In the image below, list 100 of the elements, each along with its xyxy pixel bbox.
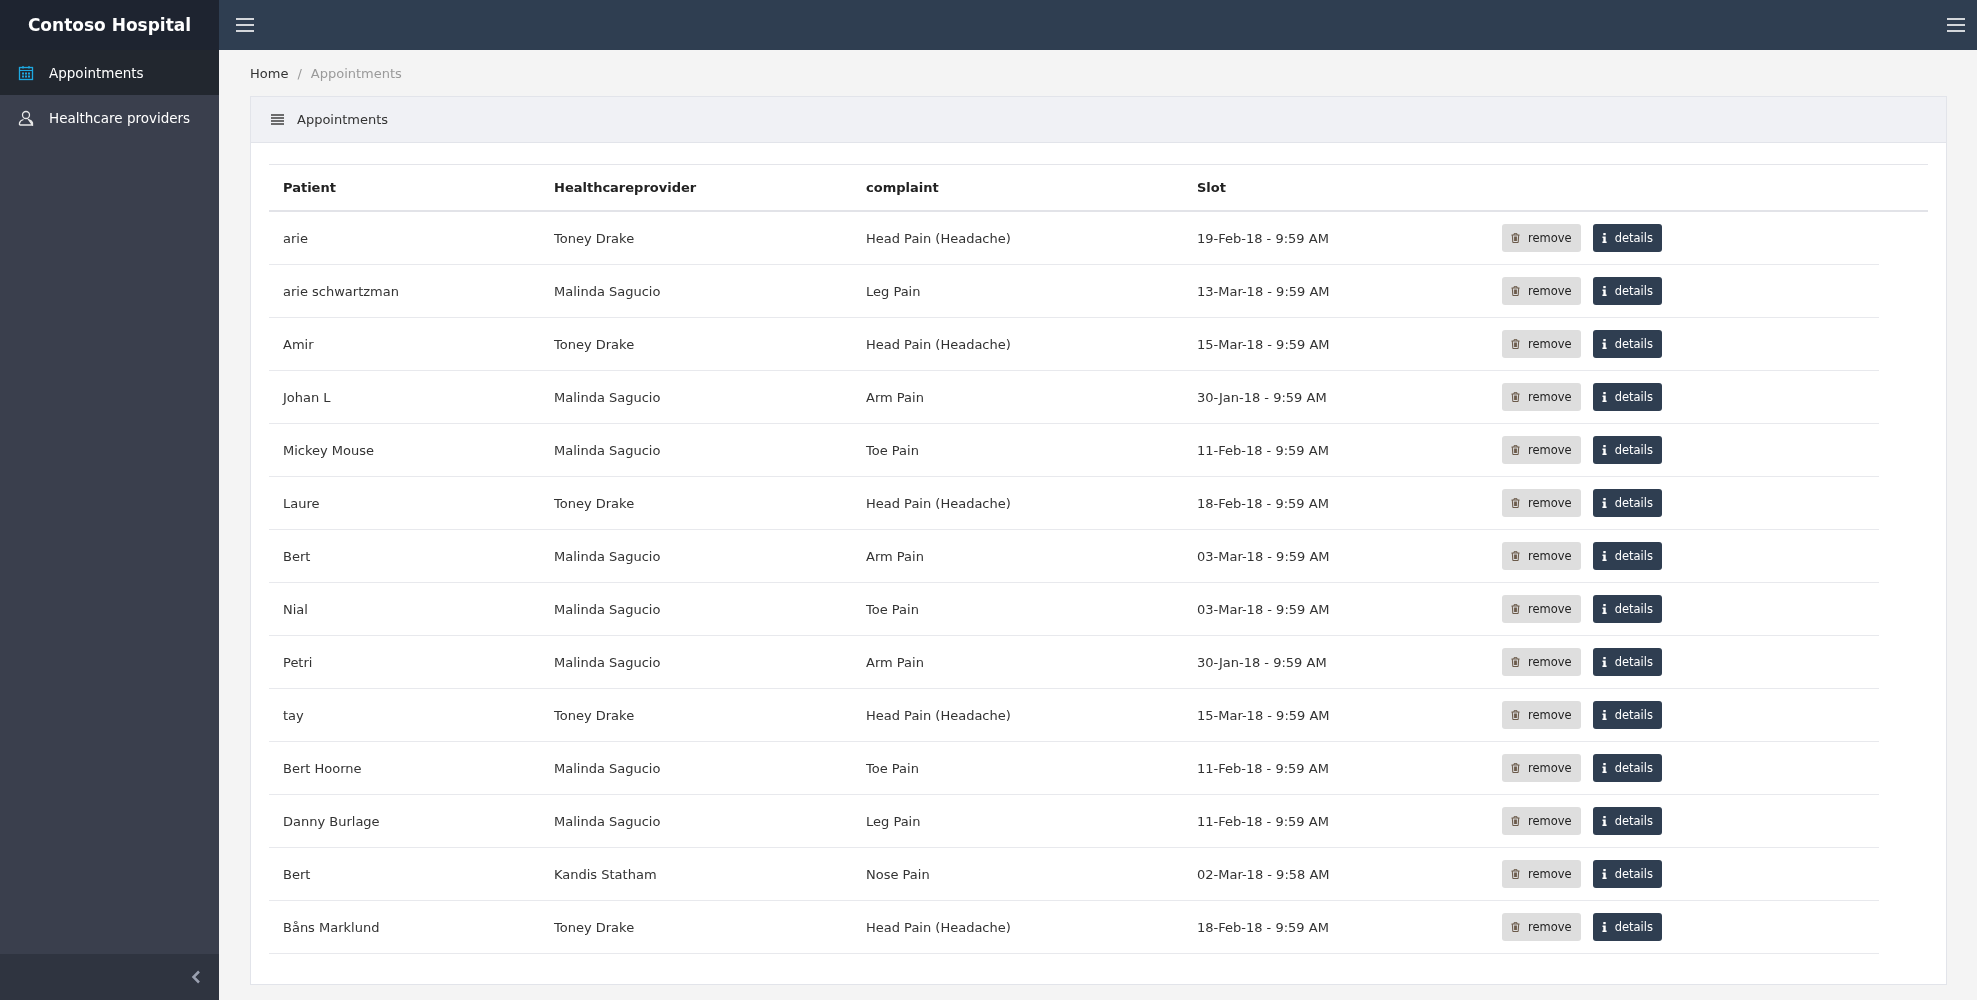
details-button[interactable]: details	[1592, 436, 1662, 464]
details-button[interactable]: details	[1592, 807, 1662, 835]
details-button[interactable]: details	[1592, 489, 1662, 517]
table-cell: 13-Mar-18 - 9:59 AM	[1197, 283, 1330, 299]
remove-button[interactable]: remove	[1502, 330, 1581, 358]
trash-icon	[1511, 286, 1520, 296]
table-cell: Båns Marklund	[283, 919, 380, 935]
details-button[interactable]: details	[1592, 330, 1662, 358]
table-cell: Toe Pain	[866, 601, 919, 617]
table-cell: Petri	[283, 654, 313, 670]
table-cell: Johan L	[283, 389, 331, 405]
table-cell: Toney Drake	[554, 230, 635, 246]
remove-button[interactable]: remove	[1502, 277, 1581, 305]
details-button[interactable]: details	[1592, 595, 1662, 623]
table-cell: 11-Feb-18 - 9:59 AM	[1197, 760, 1329, 776]
table-cell: 02-Mar-18 - 9:58 AM	[1197, 866, 1330, 882]
info-icon	[1601, 869, 1607, 879]
table-cell: 30-Jan-18 - 9:59 AM	[1197, 654, 1327, 670]
table-cell: Toney Drake	[554, 919, 635, 935]
info-icon	[1601, 286, 1607, 296]
table-cell: Nose Pain	[866, 866, 930, 882]
table-cell: 15-Mar-18 - 9:59 AM	[1197, 707, 1330, 723]
breadcrumb-separator: /	[297, 65, 302, 81]
trash-icon	[1511, 498, 1520, 508]
table-cell: Arm Pain	[866, 548, 924, 564]
trash-icon	[1511, 392, 1520, 402]
trash-icon	[1511, 816, 1520, 826]
details-button[interactable]: details	[1592, 860, 1662, 888]
table-cell: Malinda Sagucio	[554, 283, 661, 299]
remove-button[interactable]: remove	[1502, 754, 1581, 782]
details-button[interactable]: details	[1592, 224, 1662, 252]
table-cell: arie schwartzman	[283, 283, 399, 299]
trash-icon	[1511, 710, 1520, 720]
remove-button[interactable]: remove	[1502, 542, 1581, 570]
info-icon	[1601, 498, 1607, 508]
column-header: Healthcareprovider	[553, 180, 698, 195]
details-button[interactable]: details	[1592, 913, 1662, 941]
menu-icon[interactable]	[236, 18, 254, 32]
trash-icon	[1511, 869, 1520, 879]
details-button[interactable]: details	[1592, 277, 1662, 305]
info-icon	[1601, 233, 1607, 243]
remove-button[interactable]: remove	[1502, 807, 1581, 835]
details-button[interactable]: details	[1592, 754, 1662, 782]
collapse-chevron-icon[interactable]	[191, 970, 201, 984]
table-cell: 11-Feb-18 - 9:59 AM	[1197, 813, 1329, 829]
table-cell: Bert Hoorne	[283, 760, 362, 776]
info-icon	[1601, 816, 1607, 826]
remove-button[interactable]: remove	[1502, 860, 1581, 888]
card-title: Appointments	[297, 112, 389, 127]
table-cell: Arm Pain	[866, 389, 924, 405]
table-cell: Malinda Sagucio	[554, 389, 661, 405]
menu-icon[interactable]	[1947, 18, 1965, 32]
column-header: Patient	[282, 180, 337, 195]
remove-button[interactable]: remove	[1502, 489, 1581, 517]
info-icon	[1601, 657, 1607, 667]
sidebar-item[interactable]: Appointments	[0, 50, 219, 95]
table-cell: Head Pain (Headache)	[866, 336, 1011, 352]
table-cell: Toney Drake	[554, 336, 635, 352]
table-cell: Amir	[283, 336, 314, 352]
remove-button[interactable]: remove	[1502, 436, 1581, 464]
table-cell: Head Pain (Headache)	[866, 230, 1011, 246]
info-icon	[1601, 763, 1607, 773]
remove-button[interactable]: remove	[1502, 701, 1581, 729]
table-cell: 03-Mar-18 - 9:59 AM	[1197, 548, 1330, 564]
table-cell: Bert	[283, 548, 311, 564]
details-button[interactable]: details	[1592, 542, 1662, 570]
info-icon	[1601, 710, 1607, 720]
trash-icon	[1511, 657, 1520, 667]
table-cell: Head Pain (Headache)	[866, 495, 1011, 511]
remove-button[interactable]: remove	[1502, 383, 1581, 411]
column-header: complaint	[865, 180, 940, 195]
remove-button[interactable]: remove	[1502, 595, 1581, 623]
trash-icon	[1511, 604, 1520, 614]
table-cell: Leg Pain	[866, 813, 921, 829]
table-cell: Malinda Sagucio	[554, 601, 661, 617]
info-icon	[1601, 922, 1607, 932]
table-cell: Malinda Sagucio	[554, 654, 661, 670]
info-icon	[1601, 445, 1607, 455]
info-icon	[1601, 551, 1607, 561]
brand-title: Contoso Hospital	[0, 0, 219, 50]
table-cell: 15-Mar-18 - 9:59 AM	[1197, 336, 1330, 352]
table-cell: Arm Pain	[866, 654, 924, 670]
person-icon	[18, 109, 34, 126]
remove-button[interactable]: remove	[1502, 224, 1581, 252]
breadcrumb-link[interactable]: Home	[250, 65, 289, 81]
column-header: Slot	[1196, 180, 1227, 195]
table-cell: arie	[283, 230, 308, 246]
table-cell: Danny Burlage	[283, 813, 380, 829]
table-cell: Toe Pain	[866, 442, 919, 458]
table-cell: 19-Feb-18 - 9:59 AM	[1197, 230, 1329, 246]
sidebar-item[interactable]: Healthcare providers	[0, 95, 219, 140]
trash-icon	[1511, 445, 1520, 455]
details-button[interactable]: details	[1592, 383, 1662, 411]
list-icon	[271, 114, 284, 125]
remove-button[interactable]: remove	[1502, 648, 1581, 676]
remove-button[interactable]: remove	[1502, 913, 1581, 941]
table-cell: Bert	[283, 866, 311, 882]
table-cell: 11-Feb-18 - 9:59 AM	[1197, 442, 1329, 458]
details-button[interactable]: details	[1592, 701, 1662, 729]
details-button[interactable]: details	[1592, 648, 1662, 676]
